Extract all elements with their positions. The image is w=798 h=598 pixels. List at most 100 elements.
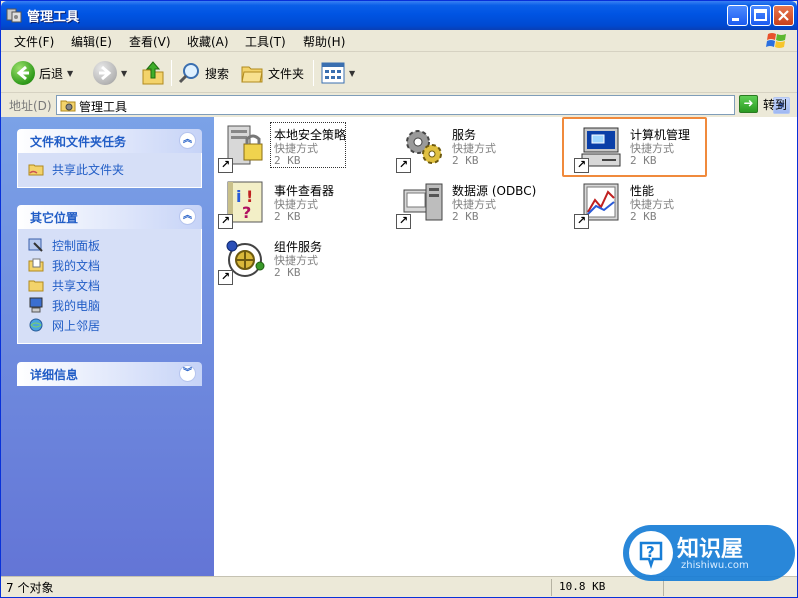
file-item-performance[interactable]: ↗ 性能 快捷方式 2 KB (574, 177, 744, 229)
up-folder-button[interactable] (141, 58, 165, 88)
other-places-panel: 其它位置 ︽ 控制面板 我的文档 共享文档 我的电脑 网上邻居 (17, 205, 202, 344)
admin-tools-icon (60, 100, 76, 112)
other-places-header[interactable]: 其它位置 ︽ (17, 205, 202, 229)
go-arrow-icon: ➜ (739, 95, 758, 113)
folders-button[interactable]: 文件夹 (240, 58, 304, 88)
item-size: 2 KB (452, 210, 479, 223)
svg-text:i: i (236, 187, 241, 206)
minimize-icon (732, 18, 739, 21)
views-dropdown-icon[interactable]: ▼ (349, 69, 355, 78)
place-link-control-panel[interactable]: 控制面板 (18, 235, 201, 255)
file-tasks-header[interactable]: 文件和文件夹任务 ︽ (17, 129, 202, 153)
back-label: 后退 (39, 66, 64, 81)
menu-file[interactable]: 文件(F) (14, 33, 54, 50)
computer-management-highlight (562, 117, 707, 177)
collapse-chevron-icon[interactable]: ︽ (179, 132, 196, 149)
menu-edit[interactable]: 编辑(E) (71, 33, 112, 50)
share-folder-link[interactable]: 共享此文件夹 (18, 159, 201, 179)
collapse-chevron-icon[interactable]: ︽ (179, 208, 196, 225)
shortcut-arrow-icon: ↗ (396, 158, 411, 173)
my-documents-icon (28, 258, 44, 272)
item-size: 2 KB (630, 210, 657, 223)
back-button[interactable]: 后退 ▼ (11, 58, 73, 88)
file-list-area[interactable]: ↗ 本地安全策略 快捷方式 2 KB ↗ 服务 快捷方式 2 KB ↗ 计算机管… (214, 117, 797, 576)
minimize-button[interactable] (727, 5, 748, 26)
forward-arrow-icon (93, 61, 117, 85)
file-item-event-viewer[interactable]: i ! ? ↗ 事件查看器 快捷方式 2 KB (218, 177, 388, 229)
forward-dropdown-icon[interactable]: ▼ (121, 69, 127, 78)
search-button[interactable]: 搜索 (177, 58, 229, 88)
back-dropdown-icon[interactable]: ▼ (67, 69, 73, 78)
place-link-shared-documents[interactable]: 共享文档 (18, 275, 201, 295)
status-total-size: 10.8 KB (559, 580, 606, 593)
file-item-services[interactable]: ↗ 服务 快捷方式 2 KB (396, 121, 566, 173)
go-label: 转到 (763, 97, 788, 112)
question-bulb-icon: ? (629, 531, 673, 575)
place-label: 我的文档 (52, 258, 101, 273)
watermark-url: zhishiwu.com (681, 560, 749, 571)
share-folder-label: 共享此文件夹 (52, 162, 125, 177)
share-folder-icon (28, 164, 44, 176)
menu-favorites[interactable]: 收藏(A) (187, 33, 229, 50)
details-header[interactable]: 详细信息 ︾ (17, 362, 202, 386)
menu-bar: 文件(F) 编辑(E) 查看(V) 收藏(A) 工具(T) 帮助(H) (1, 30, 797, 52)
views-icon (321, 62, 345, 84)
views-button[interactable]: ▼ (321, 58, 355, 88)
shortcut-arrow-icon: ↗ (396, 214, 411, 229)
back-arrow-icon (11, 61, 35, 85)
windows-logo-icon (766, 33, 786, 48)
status-object-count: 7 个对象 (6, 581, 54, 595)
shortcut-arrow-icon: ↗ (574, 214, 589, 229)
details-title: 详细信息 (30, 368, 79, 382)
place-label: 我的电脑 (52, 298, 101, 313)
file-item-local-security-policy[interactable]: ↗ 本地安全策略 快捷方式 2 KB (218, 121, 388, 173)
search-icon (178, 63, 199, 84)
menu-tools[interactable]: 工具(T) (245, 33, 286, 50)
folders-icon (241, 66, 263, 83)
place-link-my-computer[interactable]: 我的电脑 (18, 295, 201, 315)
maximize-button[interactable] (750, 5, 771, 26)
shared-documents-icon (28, 280, 44, 292)
menu-help[interactable]: 帮助(H) (303, 33, 345, 50)
explorer-window: 管理工具 文件(F) 编辑(E) 查看(V) 收藏(A) 工具(T) 帮助(H) (0, 0, 798, 598)
watermark-badge: ? 知识屋 zhishiwu.com (623, 525, 795, 581)
status-divider (663, 579, 664, 596)
my-computer-icon (29, 297, 43, 313)
file-item-odbc-data-source[interactable]: ↗ 数据源 (ODBC) 快捷方式 2 KB (396, 177, 566, 229)
file-tasks-panel: 文件和文件夹任务 ︽ 共享此文件夹 (17, 129, 202, 188)
title-bar[interactable]: 管理工具 (1, 1, 797, 30)
menu-view[interactable]: 查看(V) (129, 33, 171, 50)
shortcut-arrow-icon: ↗ (218, 158, 233, 173)
expand-chevron-icon[interactable]: ︾ (179, 365, 196, 382)
toolbar-separator (313, 60, 314, 86)
other-places-title: 其它位置 (30, 211, 79, 225)
place-link-my-documents[interactable]: 我的文档 (18, 255, 201, 275)
go-button[interactable]: ➜ 转到 (739, 95, 787, 113)
file-tasks-title: 文件和文件夹任务 (30, 135, 127, 149)
toolbar: 后退 ▼ ▼ 搜索 文件夹 ▼ (1, 53, 797, 93)
close-button[interactable] (773, 5, 794, 26)
up-folder-icon (142, 61, 164, 85)
forward-button[interactable]: ▼ (93, 58, 127, 88)
details-panel: 详细信息 ︾ (17, 362, 202, 386)
place-label: 网上邻居 (52, 318, 101, 333)
file-item-component-services[interactable]: ↗ 组件服务 快捷方式 2 KB (218, 233, 388, 285)
window-title: 管理工具 (27, 10, 80, 25)
shortcut-arrow-icon: ↗ (218, 214, 233, 229)
address-value: 管理工具 (79, 100, 128, 114)
item-size: 2 KB (274, 154, 301, 167)
place-link-network-places[interactable]: 网上邻居 (18, 315, 201, 335)
status-divider (551, 579, 552, 596)
close-icon (778, 10, 789, 21)
place-label: 共享文档 (52, 278, 101, 293)
admin-tools-icon (6, 8, 22, 23)
svg-text:?: ? (242, 203, 251, 222)
shortcut-arrow-icon: ↗ (218, 270, 233, 285)
item-size: 2 KB (274, 210, 301, 223)
item-size: 2 KB (274, 266, 301, 279)
toolbar-separator (171, 60, 172, 86)
address-field[interactable]: 管理工具 ▼ (56, 95, 790, 115)
folders-label: 文件夹 (268, 66, 305, 81)
watermark-title: 知识屋 (677, 537, 744, 562)
maximize-icon (754, 9, 767, 21)
